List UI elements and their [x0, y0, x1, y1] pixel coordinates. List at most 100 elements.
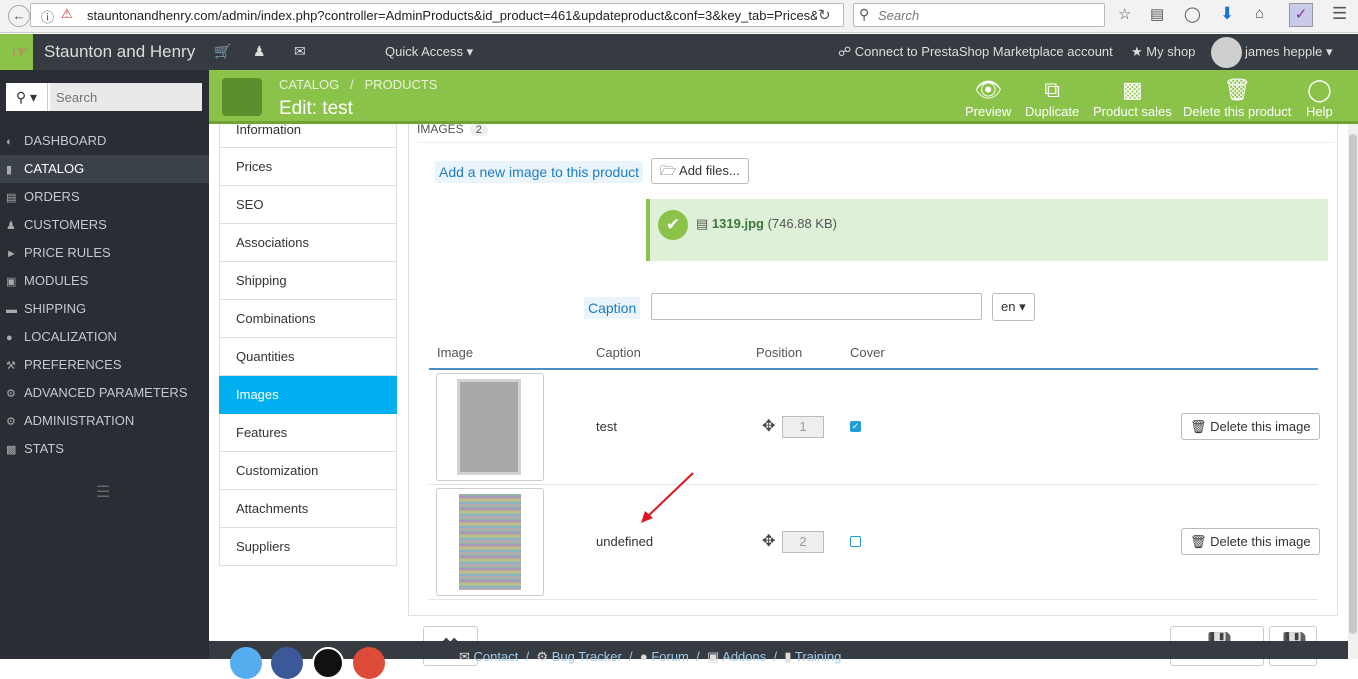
footer-contact-link[interactable]: Contact [474, 649, 519, 664]
preview-button[interactable]: 👁 Preview [965, 76, 1011, 119]
drag-move-icon[interactable]: ✥ [762, 416, 775, 436]
sidebar-item-customers[interactable]: ♟ CUSTOMERS [0, 211, 209, 239]
tab-customization[interactable]: Customization [219, 452, 397, 490]
delete-image-button[interactable]: 🗑 Delete this image [1181, 528, 1320, 555]
tab-images[interactable]: Images [219, 376, 397, 414]
book-icon: ▮ [784, 649, 792, 664]
sidebar-item-catalog[interactable]: ▮ CATALOG [0, 155, 209, 183]
product-sales-button[interactable]: ▩ Product sales [1093, 76, 1172, 119]
tab-seo[interactable]: SEO [219, 186, 397, 224]
browser-search-field[interactable]: ⚲ Search [853, 3, 1105, 27]
sidebar-item-dashboard[interactable]: ◐ DASHBOARD [0, 127, 209, 155]
panel-title: IMAGES 2 [417, 122, 488, 136]
duplicate-button[interactable]: ⧉ Duplicate [1025, 76, 1079, 119]
sidebar-item-administration[interactable]: ⚙ ADMINISTRATION [0, 407, 209, 435]
sidebar-item-orders[interactable]: ▤ ORDERS [0, 183, 209, 211]
my-shop-link[interactable]: ★ My shop [1131, 44, 1195, 60]
url-bar[interactable]: ⓘ ⚠ stauntonandhenry.com/admin/index.php… [30, 3, 844, 27]
tab-attachments[interactable]: Attachments [219, 490, 397, 528]
tab-prices[interactable]: Prices [219, 148, 397, 186]
position-field[interactable]: 1 [782, 416, 824, 438]
sidebar-item-shipping[interactable]: ▬ SHIPPING [0, 295, 209, 323]
quick-access-dropdown[interactable]: Quick Access ▾ [385, 44, 473, 60]
back-icon[interactable]: ← [8, 5, 30, 27]
envelope-icon[interactable]: ✉ [294, 43, 306, 60]
pocket-icon[interactable]: ◯ [1184, 5, 1201, 25]
collapse-menu-icon[interactable]: ☰ [96, 482, 110, 502]
insecure-icon: ⚠ [61, 6, 73, 21]
footer-bug-tracker-link[interactable]: Bug Tracker [552, 649, 622, 664]
bar-chart-icon: ▩ [1121, 77, 1143, 102]
browser-toolbar: ← ⓘ ⚠ stauntonandhenry.com/admin/index.p… [0, 0, 1358, 33]
position-field[interactable]: 2 [782, 531, 824, 553]
reload-icon[interactable]: ↻ [818, 6, 831, 26]
prestashop-logo[interactable]: ☞ [0, 34, 33, 70]
sidebar-search-input[interactable] [50, 83, 202, 111]
footer-training-link[interactable]: Training [795, 649, 841, 664]
add-files-button[interactable]: 🗁 Add files... [651, 158, 749, 184]
shop-name[interactable]: Staunton and Henry [44, 42, 195, 62]
github-icon[interactable] [312, 647, 344, 679]
caption-input[interactable] [651, 293, 982, 320]
avatar[interactable] [1211, 37, 1242, 68]
product-image-thumbnail[interactable] [436, 488, 544, 596]
twitter-icon[interactable] [230, 647, 262, 679]
menu-icon[interactable]: ☰ [1332, 4, 1347, 24]
download-icon[interactable]: ⬇ [1220, 4, 1234, 24]
dashboard-icon: ◐ [6, 136, 13, 148]
sidebar-item-localization[interactable]: ● LOCALIZATION [0, 323, 209, 351]
scrollbar-thumb[interactable] [1349, 134, 1357, 634]
trash-icon: 🗑 [1190, 534, 1207, 549]
google-plus-icon[interactable] [353, 647, 385, 679]
sidebar-item-stats[interactable]: ▩ STATS [0, 435, 209, 463]
product-tabs: Information Prices SEO Associations Ship… [219, 123, 397, 566]
tab-shipping[interactable]: Shipping [219, 262, 397, 300]
sidebar-item-preferences[interactable]: ⚒ PREFERENCES [0, 351, 209, 379]
home-icon[interactable]: ⌂ [1255, 4, 1264, 24]
drag-move-icon[interactable]: ✥ [762, 531, 775, 551]
footer-forum-link[interactable]: Forum [651, 649, 689, 664]
sidebar-menu: ◐ DASHBOARD ▮ CATALOG ▤ ORDERS ♟ CUSTOMERS ►… [0, 127, 209, 463]
delete-product-button[interactable]: 🗑 Delete this product [1183, 76, 1291, 119]
search-filter-button[interactable]: ⚲ ▾ [6, 83, 48, 111]
breadcrumb-catalog[interactable]: CATALOG [279, 77, 339, 92]
tab-quantities[interactable]: Quantities [219, 338, 397, 376]
extension-icon[interactable]: ✓ [1289, 3, 1313, 27]
cogs-icon: ⚙ [6, 388, 16, 400]
cover-checkbox[interactable]: ✓ [850, 421, 861, 432]
tab-features[interactable]: Features [219, 414, 397, 452]
tab-information[interactable]: Information [219, 123, 397, 148]
tab-suppliers[interactable]: Suppliers [219, 528, 397, 566]
delete-image-button[interactable]: 🗑 Delete this image [1181, 413, 1320, 440]
image-icon: ▤ [696, 216, 709, 231]
row-divider [429, 599, 1318, 600]
marketplace-connect-link[interactable]: ☍ Connect to PrestaShop Marketplace acco… [838, 44, 1113, 60]
sidebar-item-modules[interactable]: ▣ MODULES [0, 267, 209, 295]
envelope-icon: ✉ [459, 649, 470, 664]
cursor-hand-icon: ☞ [12, 42, 29, 62]
trash-icon: 🗑 [1190, 419, 1207, 434]
cart-icon[interactable]: 🛒 [214, 43, 231, 60]
users-icon: ♟ [6, 220, 16, 232]
search-icon: ⚲ [859, 6, 870, 22]
rug-multicolor-image [459, 494, 521, 590]
user-icon[interactable]: ♟ [253, 43, 266, 60]
scrollbar[interactable] [1348, 124, 1358, 659]
sidebar-item-advanced-parameters[interactable]: ⚙ ADVANCED PARAMETERS [0, 379, 209, 407]
puzzle-icon: ▣ [706, 649, 720, 664]
tab-combinations[interactable]: Combinations [219, 300, 397, 338]
bookmark-star-icon[interactable]: ☆ [1118, 5, 1131, 25]
help-button[interactable]: ◯ Help [1306, 76, 1333, 119]
footer-addons-link[interactable]: Addons [722, 649, 766, 664]
user-menu[interactable]: james hepple ▾ [1245, 44, 1332, 60]
reading-list-icon[interactable]: ▤ [1150, 5, 1164, 25]
folder-icon: 🗁 [660, 163, 677, 178]
facebook-icon[interactable] [271, 647, 303, 679]
tab-associations[interactable]: Associations [219, 224, 397, 262]
cover-checkbox[interactable] [850, 536, 861, 547]
breadcrumb-products[interactable]: PRODUCTS [365, 77, 438, 92]
red-arrow-annotation [641, 472, 694, 523]
sidebar-item-price-rules[interactable]: ► PRICE RULES [0, 239, 209, 267]
language-dropdown[interactable]: en ▾ [992, 293, 1035, 321]
product-image-thumbnail[interactable] [436, 373, 544, 481]
